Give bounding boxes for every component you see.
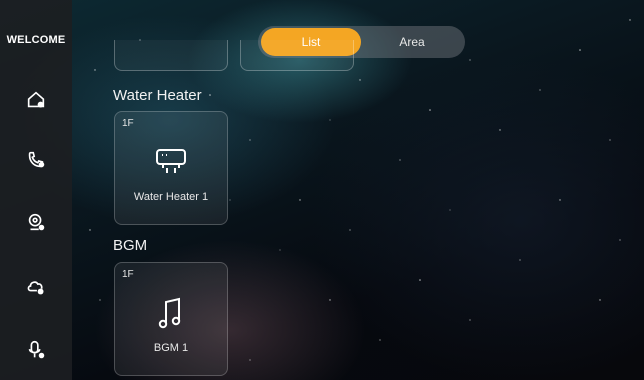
camera-monitor-icon [28,213,45,231]
device-card-clipped[interactable] [240,40,354,71]
device-card-bgm-1[interactable]: 1F BGM 1 [114,262,228,376]
section-title-water-heater: Water Heater [113,87,202,104]
section-title-bgm: BGM [113,237,148,254]
area-tab[interactable]: Area [362,28,462,56]
nav-camera-monitor[interactable] [22,208,50,236]
device-name: Water Heater 1 [133,191,209,203]
floor-label: 1F [122,118,134,129]
music-note-icon [147,297,195,331]
device-name: BGM 1 [153,342,189,354]
home-settings-icon [27,91,45,108]
water-heater-icon [147,146,195,180]
device-card-water-heater-1[interactable]: 1F Water Heater 1 [114,111,228,225]
nav-home-settings[interactable] [22,86,50,114]
nav-microphone[interactable] [22,336,50,364]
floor-label: 1F [122,269,134,280]
device-card-clipped[interactable] [114,40,228,71]
nav-phone-call[interactable] [22,146,50,174]
microphone-icon [28,340,45,359]
cloud-settings-icon [27,281,44,295]
phone-call-icon [28,151,45,168]
nav-cloud-settings[interactable] [22,272,50,300]
brand-label: WELCOME [6,34,66,46]
sidebar: WELCOME [0,0,72,380]
